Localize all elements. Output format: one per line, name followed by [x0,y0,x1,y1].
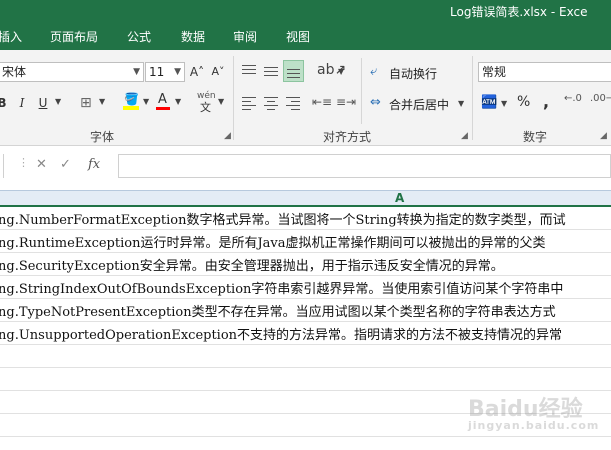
align-middle-icon[interactable] [264,64,280,78]
align-top-icon[interactable] [242,64,258,78]
cell[interactable]: ng.RuntimeException运行时异常。是所有Java虚拟机正常操作期… [0,232,546,251]
window-title: Log错误简表.xlsx - Exce [450,5,588,19]
chevron-down-icon: ▼ [174,67,181,77]
group-divider [472,56,473,140]
number-format-value: 常规 [482,65,507,79]
table-row[interactable]: ng.TypeNotPresentException类型不存在异常。当应用试图以… [0,299,611,322]
formula-bar-controls: ⋮ ✕ ✓ fx [8,154,116,178]
shrink-font-button[interactable]: A˅ [210,62,226,82]
font-size-value: 11 [149,65,165,79]
font-color-button[interactable]: A [156,92,170,110]
dialog-launcher-icon[interactable]: ◢ [224,131,231,141]
wrap-text-icon[interactable]: ⤶ [370,64,377,79]
name-box[interactable] [0,154,4,178]
enter-check-icon[interactable]: ✓ [60,157,71,172]
table-row[interactable]: ng.SecurityException安全异常。由安全管理器抛出，用于指示违反… [0,253,611,276]
font-group-label: 字体 [90,130,115,144]
column-header-a[interactable]: A [395,191,404,205]
tab-view[interactable]: 视图 [286,28,310,45]
formula-bar: ⋮ ✕ ✓ fx [0,146,611,186]
drag-handle-icon[interactable]: ⋮ [18,156,29,169]
percent-style-button[interactable]: % [517,94,530,110]
watermark-url: jingyan.baidu.com [468,419,600,432]
font-family-select[interactable]: 宋体 ▼ [0,62,144,82]
grow-font-button[interactable]: A˄ [189,62,205,82]
font-size-select[interactable]: 11 ▼ [145,62,185,82]
cell[interactable]: ng.NumberFormatException数字格式异常。当试图将一个Str… [0,209,566,228]
chevron-down-icon: ▼ [133,67,140,77]
dialog-launcher-icon[interactable]: ◢ [600,131,607,141]
tab-insert[interactable]: 插入 [0,28,22,45]
align-bottom-button[interactable] [283,60,304,82]
table-row[interactable]: ng.NumberFormatException数字格式异常。当试图将一个Str… [0,207,611,230]
table-row[interactable] [0,437,611,450]
accounting-format-icon[interactable]: 🏧 [481,95,497,110]
chevron-down-icon[interactable]: ▼ [458,99,464,108]
tab-data[interactable]: 数据 [181,28,205,45]
table-row[interactable]: ng.RuntimeException运行时异常。是所有Java虚拟机正常操作期… [0,230,611,253]
increase-decimal-icon[interactable]: ←.0 [564,93,582,104]
chevron-down-icon[interactable]: ▼ [143,97,149,106]
cancel-icon[interactable]: ✕ [36,157,47,172]
group-divider [233,56,234,140]
font-color-swatch [156,107,170,110]
merge-center-icon[interactable]: ⇔ [370,95,381,110]
align-left-icon[interactable] [242,96,258,110]
underline-button[interactable]: U [36,93,50,113]
tab-formulas[interactable]: 公式 [127,28,151,45]
chevron-down-icon[interactable]: ▼ [338,67,344,76]
align-center-icon[interactable] [264,96,280,110]
font-color-icon: A [158,92,167,107]
number-group-label: 数字 [523,130,548,144]
column-header-row: A [0,190,611,207]
formula-input[interactable] [118,154,611,178]
insert-function-button[interactable]: fx [88,157,100,172]
chevron-down-icon[interactable]: ▼ [218,97,224,106]
cell[interactable]: ng.StringIndexOutOfBoundsException字符串索引越… [0,278,563,297]
cell[interactable]: ng.UnsupportedOperationException不支持的方法异常… [0,324,562,343]
wrap-text-button[interactable]: 自动换行 [389,65,437,82]
cell[interactable]: ng.TypeNotPresentException类型不存在异常。当应用试图以… [0,301,556,320]
chevron-down-icon[interactable]: ▼ [99,97,105,106]
number-format-select[interactable]: 常规 [478,62,611,82]
increase-indent-icon[interactable]: ≡⇥ [336,95,356,109]
chevron-down-icon[interactable]: ▼ [501,99,507,108]
italic-button[interactable]: I [16,93,28,113]
chevron-down-icon[interactable]: ▼ [175,97,181,106]
decrease-indent-icon[interactable]: ⇤≡ [312,95,332,109]
phonetic-char-icon: 文 [200,101,211,114]
title-bar: Log错误简表.xlsx - Exce [0,0,611,22]
paint-bucket-icon: 🪣 [124,92,139,106]
group-divider [361,58,362,124]
font-family-value: 宋体 [2,65,27,79]
tab-page-layout[interactable]: 页面布局 [50,28,98,45]
cell[interactable]: ng.SecurityException安全异常。由安全管理器抛出，用于指示违反… [0,255,504,274]
align-right-icon[interactable] [286,96,302,110]
fill-color-swatch [123,106,139,110]
fill-color-button[interactable]: 🪣 [123,92,139,110]
decrease-decimal-icon[interactable]: .00→ [590,93,611,104]
baidu-watermark: Baidu经验 jingyan.baidu.com [468,391,599,432]
tab-review[interactable]: 审阅 [233,28,257,45]
bold-button[interactable]: B [0,93,8,113]
alignment-group-label: 对齐方式 [323,130,372,144]
merge-center-button[interactable]: 合并后居中 [389,96,449,113]
chevron-down-icon[interactable]: ▼ [55,97,61,106]
table-row[interactable] [0,368,611,391]
borders-icon[interactable]: ⊞ [80,95,92,111]
table-row[interactable]: ng.StringIndexOutOfBoundsException字符串索引越… [0,276,611,299]
comma-style-button[interactable]: , [543,92,549,111]
dialog-launcher-icon[interactable]: ◢ [461,131,468,141]
table-row[interactable]: ng.UnsupportedOperationException不支持的方法异常… [0,322,611,345]
ribbon-tabs: 插入 页面布局 公式 数据 审阅 视图 [0,22,611,50]
table-row[interactable] [0,345,611,368]
